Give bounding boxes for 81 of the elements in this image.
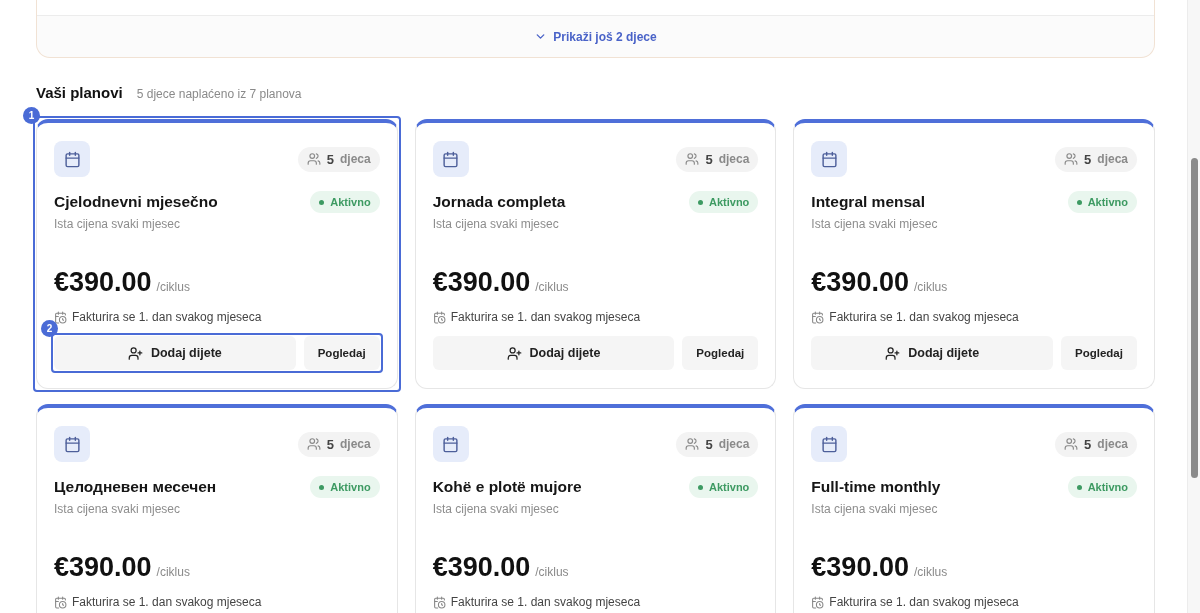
status-badge: Aktivno xyxy=(1067,191,1137,213)
calendar-icon xyxy=(442,150,460,168)
calendar-icon xyxy=(63,435,81,453)
children-count: 5 xyxy=(326,151,334,167)
children-label: djeca xyxy=(339,437,371,451)
children-label: djeca xyxy=(718,437,750,451)
plan-description: Ista cijena svaki mjesec xyxy=(432,502,560,516)
children-label: djeca xyxy=(718,152,750,166)
status-badge: Aktivno xyxy=(310,476,380,498)
user-plus-icon xyxy=(885,345,901,361)
plan-title: Full-time monthly xyxy=(811,478,941,496)
plan-price: €390.00 xyxy=(811,552,909,583)
scrollbar-thumb[interactable] xyxy=(1191,158,1198,478)
children-label: djeca xyxy=(1097,437,1128,451)
user-plus-icon xyxy=(506,345,522,361)
calendar-clock-icon xyxy=(811,310,825,324)
calendar-clock-icon xyxy=(432,310,446,324)
children-label: djeca xyxy=(339,152,371,166)
calendar-icon xyxy=(63,150,81,168)
users-icon xyxy=(685,437,700,451)
show-more-link[interactable]: Prikaži još 2 djece xyxy=(534,29,657,44)
children-count: 5 xyxy=(326,436,334,452)
billing-note: Fakturira se 1. dan svakog mjeseca xyxy=(72,595,262,609)
plan-title: Целодневен месечен xyxy=(54,478,217,496)
add-child-button[interactable]: Dodaj dijete xyxy=(432,336,675,370)
calendar-icon xyxy=(820,435,838,453)
billing-note: Fakturira se 1. dan svakog mjeseca xyxy=(72,310,262,324)
users-icon xyxy=(1064,437,1079,451)
children-count: 5 xyxy=(1084,436,1092,452)
plan-description: Ista cijena svaki mjesec xyxy=(54,502,182,516)
price-period: /ciklus xyxy=(156,280,190,294)
children-count: 5 xyxy=(705,436,713,452)
users-icon xyxy=(306,152,321,166)
step-number: 1 xyxy=(23,107,40,124)
plan-price: €390.00 xyxy=(432,267,531,298)
section-subtitle: 5 djece naplaćeno iz 7 planova xyxy=(136,87,302,101)
plan-description: Ista cijena svaki mjesec xyxy=(432,217,560,231)
billing-note: Fakturira se 1. dan svakog mjeseca xyxy=(450,310,641,324)
children-count: 5 xyxy=(705,151,713,167)
users-icon xyxy=(1064,152,1079,166)
user-plus-icon xyxy=(127,345,143,361)
plan-title: Cjelodnevni mjesečno xyxy=(54,193,218,211)
status-badge: Aktivno xyxy=(310,191,380,213)
view-button[interactable]: Pogledaj xyxy=(303,336,380,370)
price-period: /ciklus xyxy=(535,280,569,294)
calendar-clock-icon xyxy=(54,595,67,609)
billing-note: Fakturira se 1. dan svakog mjeseca xyxy=(829,595,1019,609)
plan-price: €390.00 xyxy=(54,267,152,298)
plan-title: Jornada completa xyxy=(432,193,566,211)
section-title: Vaši planovi xyxy=(36,84,123,101)
status-badge: Aktivno xyxy=(1067,476,1137,498)
step-number: 2 xyxy=(41,320,58,337)
plan-description: Ista cijena svaki mjesec xyxy=(811,217,939,231)
plan-price: €390.00 xyxy=(54,552,152,583)
plan-title: Kohë e plotë mujore xyxy=(432,478,582,496)
add-child-button[interactable]: Dodaj dijete xyxy=(811,336,1053,370)
price-period: /ciklus xyxy=(156,565,190,579)
billing-note: Fakturira se 1. dan svakog mjeseca xyxy=(829,310,1019,324)
plan-description: Ista cijena svaki mjesec xyxy=(54,217,182,231)
billing-note: Fakturira se 1. dan svakog mjeseca xyxy=(450,595,641,609)
price-period: /ciklus xyxy=(535,565,569,579)
plan-price: €390.00 xyxy=(432,552,531,583)
plan-description: Ista cijena svaki mjesec xyxy=(811,502,939,516)
calendar-icon xyxy=(442,435,460,453)
add-child-button[interactable]: Dodaj dijete xyxy=(54,336,296,370)
view-button[interactable]: Pogledaj xyxy=(1061,336,1137,370)
calendar-clock-icon xyxy=(432,595,446,609)
view-button[interactable]: Pogledaj xyxy=(682,336,759,370)
children-label: djeca xyxy=(1097,152,1128,166)
price-period: /ciklus xyxy=(913,280,948,294)
users-icon xyxy=(685,152,700,166)
users-icon xyxy=(306,437,321,451)
price-period: /ciklus xyxy=(913,565,948,579)
children-count: 5 xyxy=(1084,151,1092,167)
calendar-icon xyxy=(820,150,838,168)
status-badge: Aktivno xyxy=(689,476,759,498)
calendar-clock-icon xyxy=(54,310,67,324)
status-badge: Aktivno xyxy=(689,191,759,213)
plan-title: Integral mensal xyxy=(811,193,926,211)
calendar-clock-icon xyxy=(811,595,825,609)
plan-price: €390.00 xyxy=(811,267,909,298)
